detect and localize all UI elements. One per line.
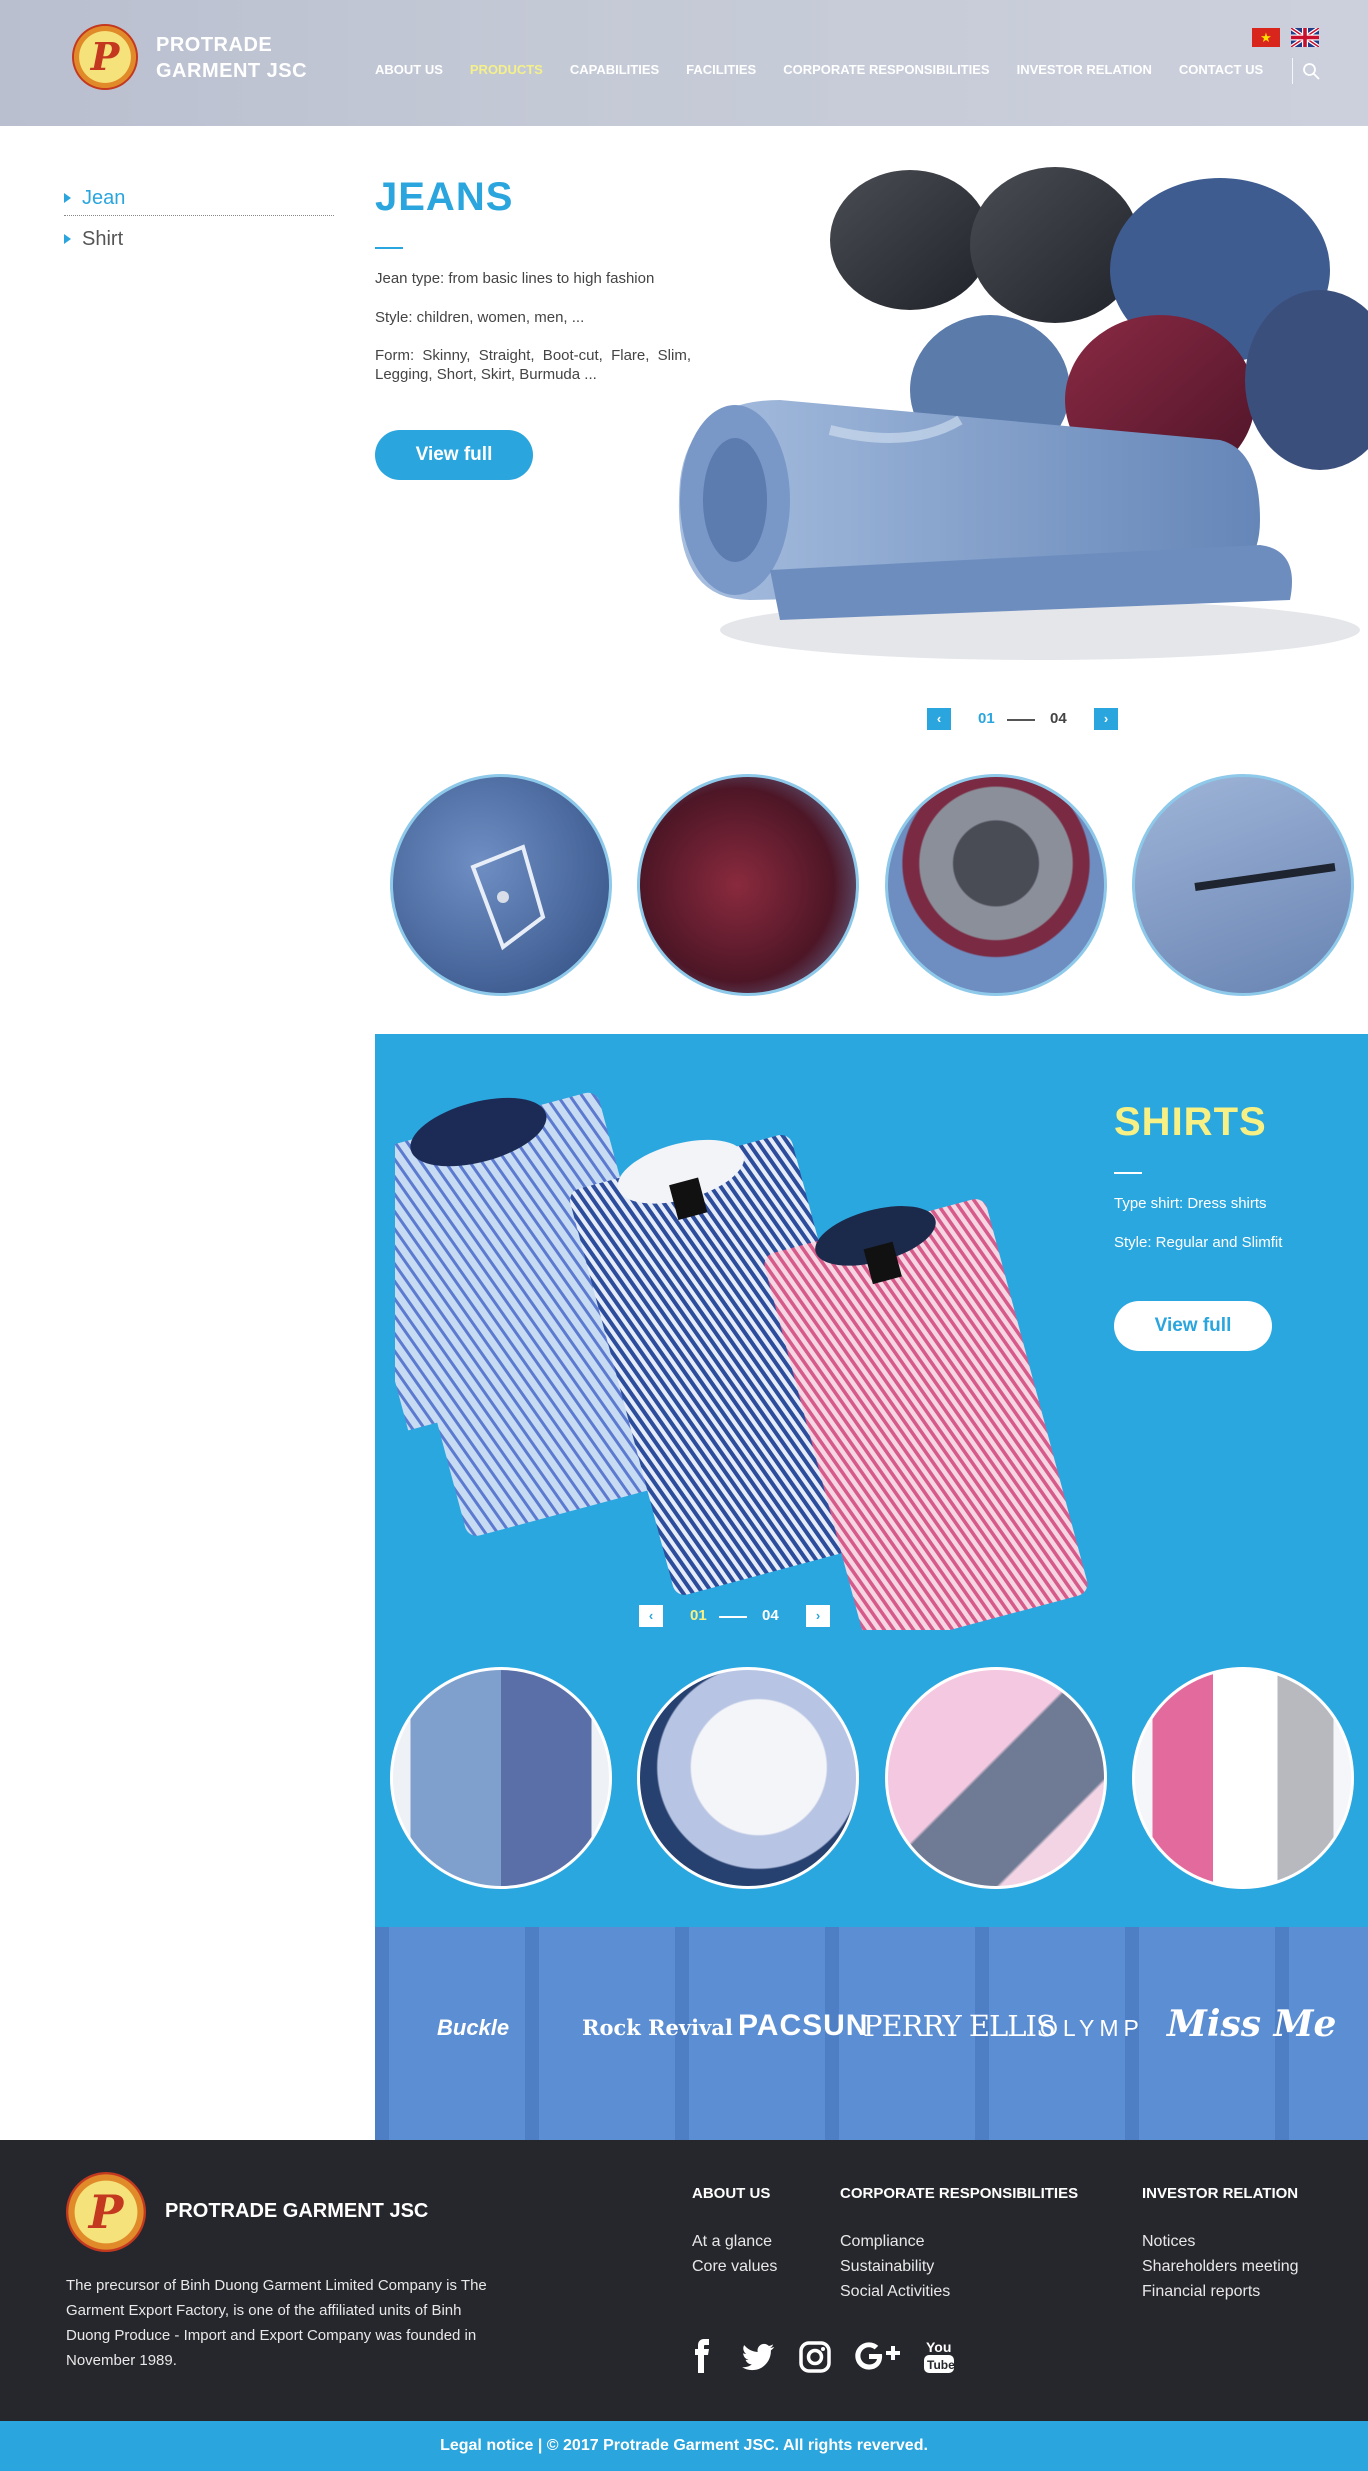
footer-link-sustainability[interactable]: Sustainability [840, 2258, 934, 2276]
facebook-icon[interactable] [692, 2337, 712, 2377]
jeans-hero-image [678, 167, 1368, 660]
footer-heading-corporate-responsibilities: CORPORATE RESPONSIBILITIES [840, 2185, 1079, 2202]
nav-divider [1292, 58, 1293, 84]
jeans-next-button[interactable]: › [1094, 708, 1118, 730]
shirts-pager-total: 04 [762, 1607, 779, 1624]
shirts-prev-button[interactable]: ‹ [639, 1605, 663, 1627]
jeans-thumbnail-1[interactable] [390, 774, 612, 996]
jeans-pager-total: 04 [1050, 710, 1067, 727]
footer-link-shareholders-meeting[interactable]: Shareholders meeting [1142, 2258, 1299, 2276]
nav-contact-us[interactable]: CONTACT US [1179, 62, 1263, 77]
footer-link-financial-reports[interactable]: Financial reports [1142, 2283, 1260, 2301]
nav-facilities[interactable]: FACILITIES [686, 62, 756, 77]
main-nav: ABOUT US PRODUCTS CAPABILITIES FACILITIE… [375, 62, 1290, 77]
brand-logo-perry-ellis: PERRY ELLIS [863, 2009, 1056, 2043]
footer-link-notices[interactable]: Notices [1142, 2233, 1195, 2251]
footer-heading-investor-relation: INVESTOR RELATION [1142, 2185, 1299, 2202]
nav-corporate-responsibilities[interactable]: CORPORATE RESPONSIBILITIES [783, 62, 989, 77]
footer-logo[interactable]: P [66, 2172, 146, 2252]
instagram-icon[interactable] [798, 2337, 832, 2377]
footer-company-description: The precursor of Binh Duong Garment Limi… [66, 2277, 487, 2369]
brand-name[interactable]: PROTRADE GARMENT JSC [156, 32, 307, 84]
search-icon[interactable] [1302, 62, 1320, 80]
site-header: P PROTRADE GARMENT JSC ★ ABOUT US PRODUC… [0, 0, 1368, 126]
svg-text:You: You [926, 2339, 951, 2355]
pager-divider [1007, 719, 1035, 721]
google-plus-icon[interactable] [853, 2337, 905, 2377]
footer-link-social-activities[interactable]: Social Activities [840, 2283, 950, 2301]
shirts-thumbnail-4[interactable] [1132, 1667, 1354, 1889]
svg-text:Tube: Tube [927, 2358, 955, 2372]
caret-right-icon [64, 193, 71, 203]
shirts-next-button[interactable]: › [806, 1605, 830, 1627]
shirts-thumbnail-1[interactable] [390, 1667, 612, 1889]
logo-letter: P [88, 2185, 124, 2239]
footer-link-at-a-glance[interactable]: At a glance [692, 2233, 772, 2251]
logo-letter: P [90, 34, 120, 79]
partner-brands-band: Buckle Rock Revival PACSUN PERRY ELLIS O… [375, 1927, 1368, 2140]
shirts-pager-current: 01 [690, 1607, 707, 1624]
brand-logo-olymp: OLYMP [1040, 2015, 1144, 2041]
jeans-form-text: Form: Skinny, Straight, Boot-cut, Flare,… [375, 347, 691, 383]
title-underline [1114, 1172, 1142, 1174]
brand-logo-buckle: Buckle [437, 2015, 510, 2040]
copyright-bar: Legal notice | © 2017 Protrade Garment J… [0, 2421, 1368, 2471]
footer-link-compliance[interactable]: Compliance [840, 2233, 924, 2251]
shirts-view-full-button[interactable]: View full [1114, 1301, 1272, 1351]
site-footer: P PROTRADE GARMENT JSC The precursor of … [0, 2140, 1368, 2421]
brand-logo-pacsun: PACSUN [738, 2009, 869, 2042]
caret-right-icon [64, 234, 71, 244]
jeans-prev-button[interactable]: ‹ [927, 708, 951, 730]
brand-line-1: PROTRADE [156, 34, 273, 56]
youtube-icon[interactable]: You Tube [922, 2337, 956, 2377]
brand-logo-rock-revival: Rock Revival [582, 2015, 733, 2040]
nav-about-us[interactable]: ABOUT US [375, 62, 443, 77]
shirts-hero-image [395, 1092, 1088, 1630]
pager-divider [719, 1616, 747, 1618]
company-logo[interactable]: P [72, 24, 138, 90]
nav-capabilities[interactable]: CAPABILITIES [570, 62, 659, 77]
title-underline [375, 247, 403, 249]
vietnam-flag-icon[interactable]: ★ [1252, 28, 1280, 47]
jeans-view-full-button[interactable]: View full [375, 430, 533, 480]
footer-brand-name: PROTRADE GARMENT JSC [165, 2200, 429, 2222]
shirts-title: SHIRTS [1114, 1100, 1267, 1144]
shirts-type-text: Type shirt: Dress shirts [1114, 1195, 1267, 1212]
footer-link-core-values[interactable]: Core values [692, 2258, 777, 2276]
jeans-type-text: Jean type: from basic lines to high fash… [375, 270, 655, 287]
shirts-thumbnail-2[interactable] [637, 1667, 859, 1889]
sidebar-item-shirt[interactable]: Shirt [64, 221, 334, 257]
jeans-style-text: Style: children, women, men, ... [375, 309, 585, 326]
nav-products[interactable]: PRODUCTS [470, 62, 543, 77]
sidebar-item-jean[interactable]: Jean [64, 180, 334, 216]
brand-logo-miss-me: Miss Me [1167, 2003, 1337, 2045]
jeans-thumbnail-4[interactable] [1132, 774, 1354, 996]
uk-flag-icon[interactable] [1291, 28, 1319, 47]
sidebar-item-label: Shirt [82, 228, 124, 250]
jeans-title: JEANS [375, 175, 514, 219]
nav-investor-relation[interactable]: INVESTOR RELATION [1017, 62, 1152, 77]
shirts-thumbnail-3[interactable] [885, 1667, 1107, 1889]
brand-line-2: GARMENT JSC [156, 60, 308, 82]
jeans-thumbnail-3[interactable] [885, 774, 1107, 996]
jeans-thumbnail-2[interactable] [637, 774, 859, 996]
twitter-icon[interactable] [740, 2337, 776, 2377]
shirts-style-text: Style: Regular and Slimfit [1114, 1234, 1283, 1251]
footer-heading-about-us: ABOUT US [692, 2185, 771, 2202]
sidebar-item-label: Jean [82, 187, 126, 209]
jeans-pager-current: 01 [978, 710, 995, 727]
